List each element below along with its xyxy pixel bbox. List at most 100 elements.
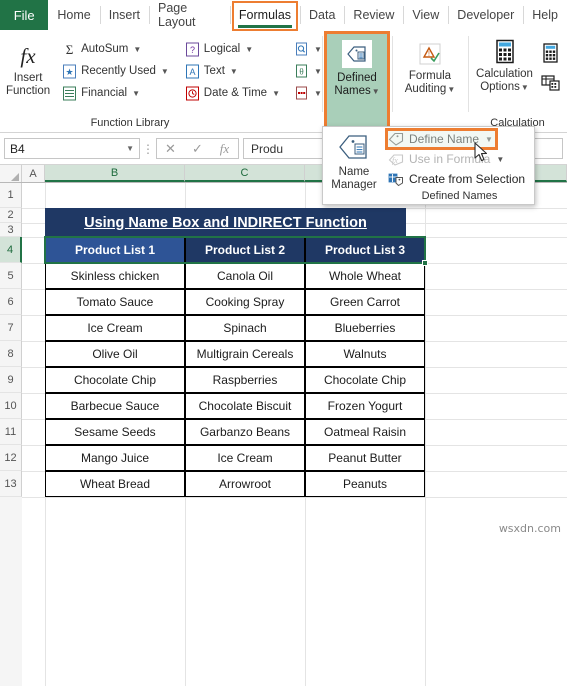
define-name-icon	[388, 131, 404, 147]
table-row[interactable]: Whole Wheat	[305, 263, 425, 289]
row-header-12[interactable]: 12	[0, 445, 22, 471]
tab-view[interactable]: View	[403, 0, 448, 30]
table-row[interactable]: Oatmeal Raisin	[305, 419, 425, 445]
table-row[interactable]: Cooking Spray	[185, 289, 305, 315]
formula-auditing-label-line2: Auditing▼	[404, 83, 456, 95]
table-row[interactable]: Chocolate Chip	[45, 367, 185, 393]
row-header-13[interactable]: 13	[0, 471, 22, 497]
date-time-label: Date & Time	[203, 87, 268, 99]
dropdown-items: Define Name ▼ fx Use in Formula ▼ Create…	[385, 127, 534, 204]
sheet-title-banner: Using Name Box and INDIRECT Function	[45, 208, 406, 237]
mouse-cursor-icon	[474, 142, 490, 169]
table-row[interactable]: Green Carrot	[305, 289, 425, 315]
row-header-2[interactable]: 2	[0, 208, 22, 223]
tab-review[interactable]: Review	[344, 0, 403, 30]
table-row[interactable]: Canola Oil	[185, 263, 305, 289]
table-row[interactable]: Chocolate Chip	[305, 367, 425, 393]
table-row[interactable]: Raspberries	[185, 367, 305, 393]
enter-icon[interactable]: ✓	[184, 141, 211, 157]
table-row[interactable]: Blueberries	[305, 315, 425, 341]
row-header-11[interactable]: 11	[0, 419, 22, 445]
chevron-down-icon: ▼	[371, 87, 380, 96]
calculate-now-button[interactable]	[538, 40, 564, 68]
table-row[interactable]: Olive Oil	[45, 341, 185, 367]
chevron-down-icon[interactable]: ▼	[126, 144, 134, 153]
column-header-c[interactable]: C	[185, 165, 305, 182]
insert-function-button[interactable]: fx Insert Function	[0, 34, 59, 98]
grid-cells[interactable]: Using Name Box and INDIRECT Function Pro…	[22, 183, 567, 686]
tab-developer[interactable]: Developer	[448, 0, 523, 30]
tab-formulas[interactable]: Formulas	[229, 0, 300, 31]
column-header-b[interactable]: B	[45, 165, 185, 182]
name-manager-button[interactable]: Name Manager	[323, 127, 385, 204]
table-row[interactable]: Chocolate Biscuit	[185, 393, 305, 419]
tab-file[interactable]: File	[0, 0, 49, 30]
table-row[interactable]: Frozen Yogurt	[305, 393, 425, 419]
row-header-1[interactable]: 1	[0, 183, 22, 208]
tab-help-label: Help	[532, 8, 558, 22]
table-row[interactable]: Wheat Bread	[45, 471, 185, 497]
row-header-7[interactable]: 7	[0, 315, 22, 341]
tab-home[interactable]: Home	[48, 0, 99, 30]
table-row[interactable]: Spinach	[185, 315, 305, 341]
date-time-button[interactable]: Date & Time ▼	[182, 82, 283, 104]
formula-bar-grip[interactable]: ⋮	[140, 142, 156, 156]
recently-used-button[interactable]: ★ Recently Used ▼	[59, 60, 172, 82]
table-row[interactable]: Multigrain Cereals	[185, 341, 305, 367]
table-row[interactable]: Walnuts	[305, 341, 425, 367]
table-header-cell-2[interactable]: Product List 2	[185, 237, 305, 263]
calculation-options-button[interactable]: Calculation Options▼	[472, 34, 538, 94]
tab-help[interactable]: Help	[523, 0, 567, 30]
row-header-5[interactable]: 5	[0, 263, 22, 289]
table-row[interactable]: Mango Juice	[45, 445, 185, 471]
fx-icon[interactable]: fx	[211, 141, 238, 157]
logical-button[interactable]: ? Logical ▼	[182, 38, 283, 60]
row-header-9[interactable]: 9	[0, 367, 22, 393]
tab-page-layout[interactable]: Page Layout	[149, 0, 230, 30]
row-header-10[interactable]: 10	[0, 393, 22, 419]
name-box-value: B4	[10, 141, 25, 156]
chevron-down-icon: ▼	[496, 154, 505, 164]
cancel-icon[interactable]: ✕	[157, 141, 184, 157]
tab-view-label: View	[412, 8, 440, 22]
name-box[interactable]: B4 ▼	[4, 138, 140, 159]
table-row[interactable]: Ice Cream	[45, 315, 185, 341]
chevron-down-icon: ▼	[520, 83, 529, 92]
table-row[interactable]: Barbecue Sauce	[45, 393, 185, 419]
tab-insert-label: Insert	[108, 8, 140, 22]
tab-insert[interactable]: Insert	[99, 0, 149, 30]
table-row[interactable]: Tomato Sauce	[45, 289, 185, 315]
selection-fill-handle[interactable]	[422, 260, 428, 266]
text-button[interactable]: A Text ▼	[182, 60, 283, 82]
table-header-cell-3[interactable]: Product List 3	[305, 237, 425, 263]
formula-auditing-button[interactable]: ! Formula Auditing▼	[393, 34, 467, 96]
column-header-a[interactable]: A	[22, 165, 45, 182]
tab-data[interactable]: Data	[300, 0, 344, 30]
recently-used-label: Recently Used	[81, 65, 156, 77]
select-all-corner[interactable]	[0, 165, 22, 182]
row-header-8[interactable]: 8	[0, 341, 22, 367]
more-functions-button[interactable]: ▼	[291, 82, 325, 104]
create-from-selection-menu-item[interactable]: Create from Selection	[385, 169, 534, 189]
table-row[interactable]: Arrowroot	[185, 471, 305, 497]
table-row[interactable]: Peanut Butter	[305, 445, 425, 471]
autosum-button[interactable]: Σ AutoSum ▼	[59, 38, 172, 60]
table-row[interactable]: Ice Cream	[185, 445, 305, 471]
lookup-reference-button[interactable]: ▼	[291, 38, 325, 60]
math-trig-button[interactable]: θ ▼	[291, 60, 325, 82]
tab-file-label: File	[13, 7, 35, 23]
table-row[interactable]: Peanuts	[305, 471, 425, 497]
row-header-3[interactable]: 3	[0, 223, 22, 237]
table-row[interactable]: Garbanzo Beans	[185, 419, 305, 445]
financial-button[interactable]: Financial ▼	[59, 82, 172, 104]
defined-names-button[interactable]: Defined Names▼	[326, 34, 388, 127]
table-row[interactable]: Skinless chicken	[45, 263, 185, 289]
calculate-sheet-button[interactable]	[538, 68, 564, 96]
define-name-menu-item[interactable]: Define Name ▼	[385, 129, 534, 149]
table-row[interactable]: Sesame Seeds	[45, 419, 185, 445]
chevron-down-icon: ▼	[447, 85, 456, 94]
table-header-cell-1[interactable]: Product List 1	[45, 237, 185, 263]
row-header-4[interactable]: 4	[0, 237, 22, 263]
row-header-6[interactable]: 6	[0, 289, 22, 315]
create-from-selection-label: Create from Selection	[409, 172, 526, 186]
